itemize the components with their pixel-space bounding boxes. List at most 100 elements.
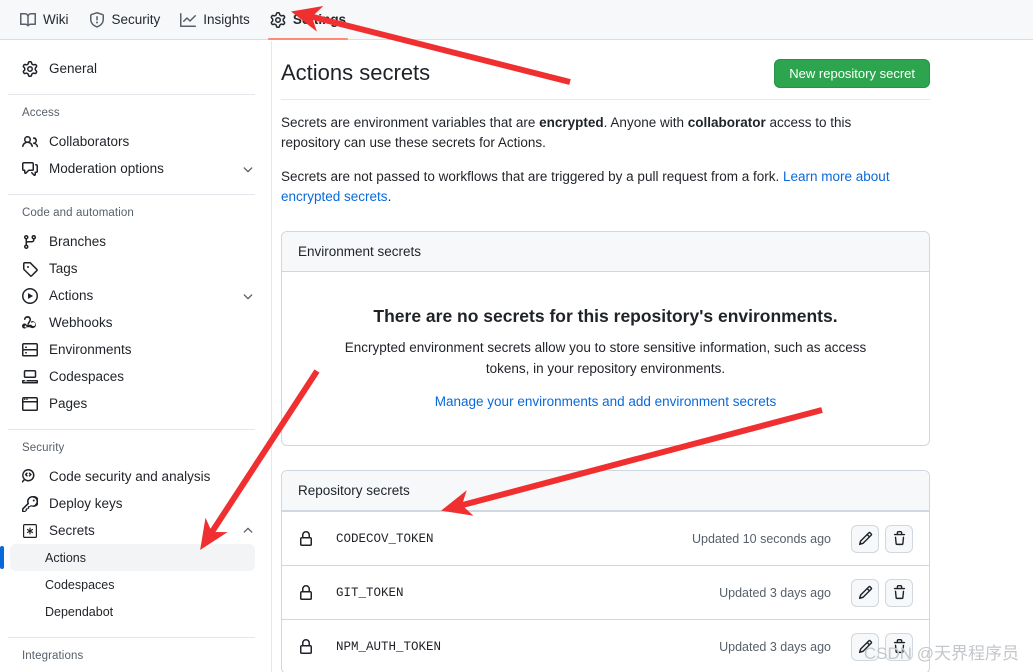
secret-name: NPM_AUTH_TOKEN [336, 639, 442, 654]
codespaces-icon [22, 369, 38, 385]
sidebar-subitem-label: Codespaces [45, 577, 115, 592]
sidebar-item-actions[interactable]: Actions [14, 282, 255, 309]
desc1-bold-encrypted: encrypted [539, 115, 604, 130]
table-row[interactable]: GIT_TOKEN Updated 3 days ago [282, 565, 929, 619]
sidebar-item-secrets[interactable]: Secrets [14, 517, 255, 544]
browser-icon [22, 396, 38, 412]
sidebar-item-label: Secrets [49, 523, 95, 538]
webhook-icon [22, 315, 38, 331]
sidebar-divider [8, 637, 255, 638]
people-icon [22, 134, 38, 150]
desc1-pre: Secrets are environment variables that a… [281, 115, 540, 130]
csdn-watermark: CSDN @天界程序员 [863, 644, 1019, 663]
sidebar-item-tags[interactable]: Tags [14, 255, 255, 282]
tab-label: Wiki [43, 12, 69, 27]
comment-discussion-icon [22, 161, 38, 177]
trash-icon[interactable] [885, 524, 913, 553]
gear-icon [22, 60, 38, 77]
git-branch-icon [22, 234, 38, 250]
tab-label: Security [111, 12, 161, 27]
sidebar-item-code-security-and-analysis[interactable]: Code security and analysis [14, 463, 255, 490]
key-icon [22, 495, 38, 512]
page-root: Wiki Security Insights Settings General … [0, 0, 1033, 672]
sidebar-item-general[interactable]: General [14, 55, 255, 82]
sidebar-item-label: Actions [49, 288, 94, 303]
asterisk-box-icon [22, 523, 38, 539]
sidebar-item-label: Environments [49, 342, 132, 357]
repository-secrets-heading: Repository secrets [282, 471, 929, 511]
tab-wiki[interactable]: Wiki [10, 0, 79, 40]
secret-updated: Updated 10 seconds ago [692, 531, 831, 546]
sidebar-item-branches[interactable]: Branches [14, 228, 255, 255]
chevron-up-icon [241, 524, 255, 538]
book-icon [20, 12, 36, 28]
sidebar-item-label: Code security and analysis [49, 469, 211, 484]
tab-security[interactable]: Security [79, 0, 171, 40]
trash-icon[interactable] [885, 578, 913, 607]
pencil-icon[interactable] [851, 524, 879, 553]
repository-secrets-panel: Repository secrets CODECOV_TOKEN Updated… [281, 470, 930, 672]
lock-icon [298, 530, 314, 547]
pencil-icon[interactable] [851, 578, 879, 607]
empty-state-title: There are no secrets for this repository… [373, 306, 838, 326]
sidebar-subitem-label: Dependabot [45, 604, 114, 619]
sidebar-heading-code-and-automation: Code and automation [22, 207, 134, 219]
play-icon [22, 287, 38, 304]
desc1-bold-collaborator: collaborator [687, 115, 766, 130]
lock-icon [298, 584, 314, 601]
sidebar-item-label: Tags [49, 261, 78, 276]
sidebar-item-label: Moderation options [49, 161, 164, 176]
tab-label: Insights [203, 12, 250, 27]
sidebar-subitem-actions[interactable]: Actions [0, 544, 255, 571]
chevron-down-icon [241, 162, 255, 176]
secret-updated: Updated 3 days ago [719, 585, 831, 600]
environment-secrets-panel: Environment secrets There are no secrets… [281, 231, 930, 446]
settings-sidebar: General Access Collaborators Moderation … [0, 41, 272, 672]
sidebar-heading-access: Access [22, 107, 60, 119]
sidebar-item-label: General [49, 61, 98, 76]
sidebar-item-webhooks[interactable]: Webhooks [14, 309, 255, 336]
page-title: Actions secrets [281, 60, 431, 85]
server-icon [22, 342, 38, 358]
desc2-pre: Secrets are not passed to workflows that… [281, 169, 783, 184]
sidebar-item-environments[interactable]: Environments [14, 336, 255, 363]
table-row[interactable]: NPM_AUTH_TOKEN Updated 3 days ago [282, 619, 929, 672]
sidebar-item-label: Pages [49, 396, 88, 411]
secrets-description-2: Secrets are not passed to workflows that… [281, 167, 906, 207]
table-row[interactable]: CODECOV_TOKEN Updated 10 seconds ago [282, 511, 929, 565]
secrets-description-1: Secrets are environment variables that a… [281, 113, 906, 153]
page-header: Actions secrets New repository secret [281, 59, 1033, 88]
graph-icon [180, 12, 197, 28]
tab-settings[interactable]: Settings [260, 0, 356, 40]
sidebar-item-codespaces[interactable]: Codespaces [14, 363, 255, 390]
shield-icon [89, 11, 105, 28]
sidebar-divider [8, 94, 255, 95]
sidebar-item-deploy-keys[interactable]: Deploy keys [14, 490, 255, 517]
main-content: Actions secrets New repository secret Se… [273, 41, 1033, 672]
sidebar-subitem-codespaces[interactable]: Codespaces [10, 571, 255, 598]
manage-environments-link[interactable]: Manage your environments and add environ… [435, 394, 776, 409]
sidebar-item-label: Collaborators [49, 134, 130, 149]
sidebar-subitem-label: Actions [45, 550, 86, 565]
new-repository-secret-button[interactable]: New repository secret [774, 59, 930, 88]
environment-secrets-heading: Environment secrets [282, 232, 929, 272]
secret-name: CODECOV_TOKEN [336, 531, 434, 546]
repo-nav-tabs: Wiki Security Insights Settings [0, 0, 1033, 40]
sidebar-subitem-dependabot[interactable]: Dependabot [10, 598, 255, 625]
desc1-mid: . Anyone with [603, 115, 688, 130]
sidebar-item-collaborators[interactable]: Collaborators [14, 128, 255, 155]
sidebar-item-moderation-options[interactable]: Moderation options [14, 155, 255, 182]
tag-icon [22, 261, 38, 277]
desc2-post: . [387, 189, 392, 204]
empty-state-link-wrap: Manage your environments and add environ… [322, 394, 889, 409]
sidebar-item-label: Webhooks [49, 315, 113, 330]
tab-insights[interactable]: Insights [170, 0, 260, 40]
gear-icon [270, 11, 286, 28]
tab-label: Settings [292, 12, 347, 27]
sidebar-item-pages[interactable]: Pages [14, 390, 255, 417]
environment-secrets-empty-state: There are no secrets for this repository… [282, 272, 929, 445]
chevron-down-icon [241, 289, 255, 303]
sidebar-divider [8, 429, 255, 430]
sidebar-item-label: Codespaces [49, 369, 125, 384]
sidebar-item-label: Branches [49, 234, 107, 249]
